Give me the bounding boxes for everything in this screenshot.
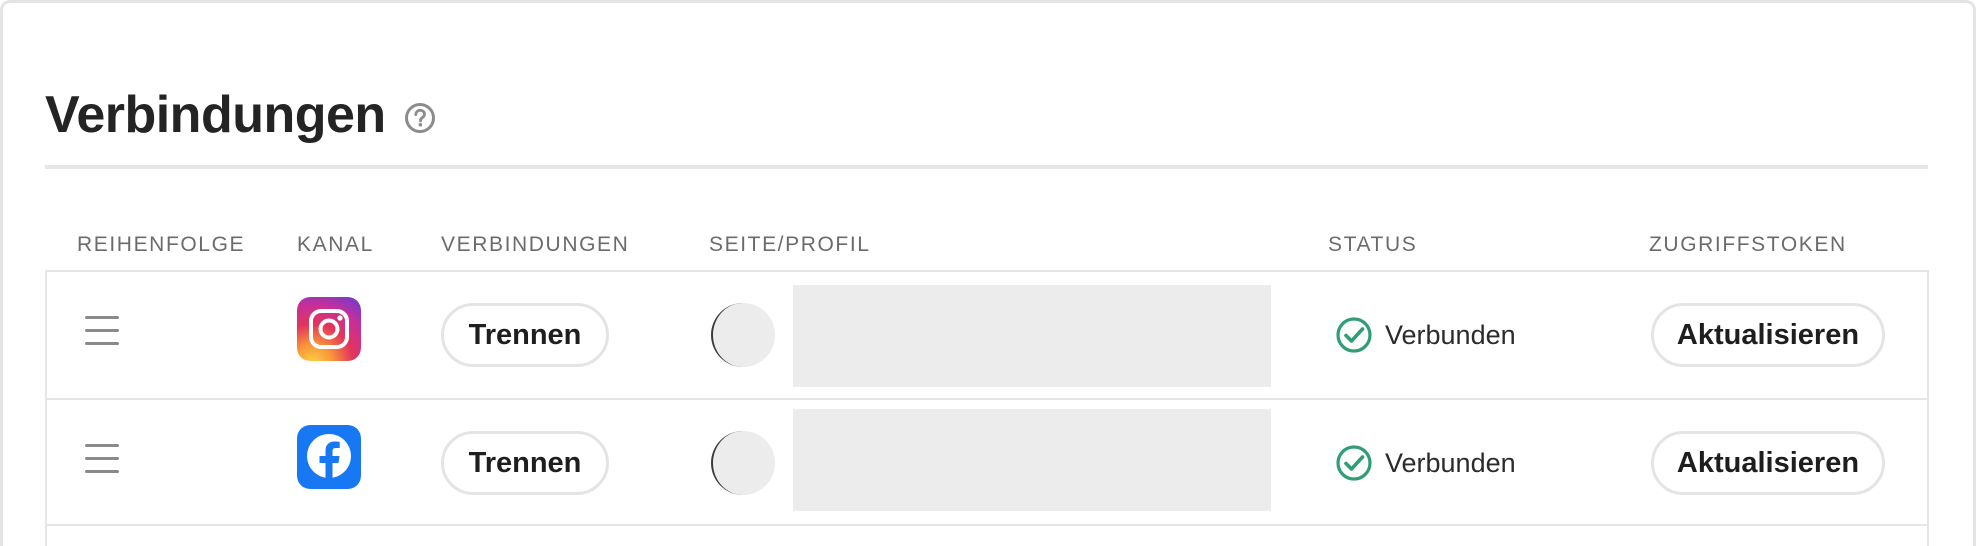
row-divider: [47, 524, 1927, 526]
status-badge: Verbunden: [1335, 443, 1516, 483]
page-profile-name: [793, 409, 1271, 511]
page-title: Verbindungen: [45, 86, 386, 144]
connections-table: Trennen Verbunden Aktualisieren Trennen …: [45, 270, 1929, 546]
section-header: Verbindungen: [45, 85, 436, 145]
refresh-token-button[interactable]: Aktualisieren: [1651, 431, 1885, 495]
column-header-status: STATUS: [1328, 233, 1418, 256]
question-circle-icon[interactable]: [404, 102, 436, 134]
instagram-icon: [297, 297, 361, 361]
check-circle-icon: [1335, 444, 1373, 482]
header-divider: [45, 165, 1928, 169]
column-header-connections: VERBINDUNGEN: [441, 233, 630, 256]
status-badge: Verbunden: [1335, 315, 1516, 355]
disconnect-button[interactable]: Trennen: [441, 431, 609, 495]
status-text: Verbunden: [1385, 447, 1516, 478]
avatar: [711, 303, 775, 367]
column-header-page-profile: SEITE/PROFIL: [709, 233, 871, 256]
column-header-order: REIHENFOLGE: [77, 233, 246, 256]
table-row: Trennen Verbunden Aktualisieren: [47, 398, 1927, 524]
table-row: Trennen Verbunden Aktualisieren: [47, 272, 1927, 398]
column-header-channel: KANAL: [297, 233, 374, 256]
refresh-token-button[interactable]: Aktualisieren: [1651, 303, 1885, 367]
avatar: [711, 431, 775, 495]
drag-handle-icon[interactable]: [85, 444, 119, 474]
facebook-icon: [297, 425, 361, 489]
column-header-access-token: ZUGRIFFSTOKEN: [1649, 233, 1847, 256]
status-text: Verbunden: [1385, 319, 1516, 350]
disconnect-button[interactable]: Trennen: [441, 303, 609, 367]
check-circle-icon: [1335, 316, 1373, 354]
connections-panel: Verbindungen REIHENFOLGE KANAL VERBINDUN…: [0, 0, 1976, 546]
page-profile-name: [793, 285, 1271, 387]
drag-handle-icon[interactable]: [85, 316, 119, 346]
